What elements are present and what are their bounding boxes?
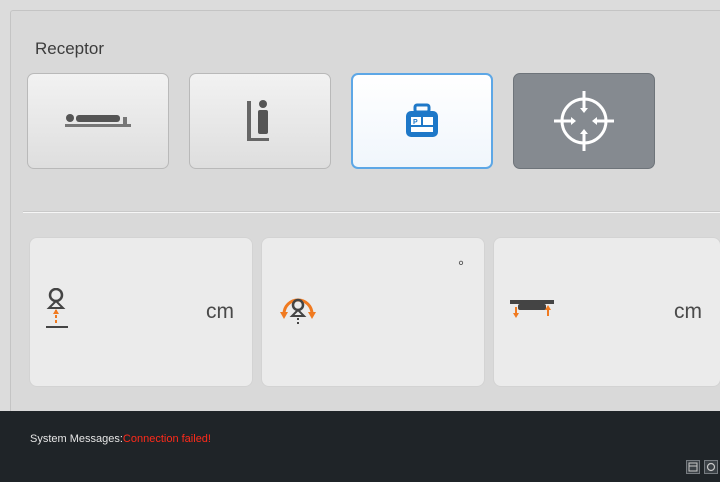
receptor-title: Receptor (35, 39, 104, 58)
tray-settings-button[interactable] (704, 460, 718, 474)
svg-text:P: P (413, 119, 418, 126)
settings-icon (706, 462, 716, 472)
table-height-icon (510, 300, 554, 318)
receptor-panel: Receptor P cm ° cm (10, 10, 720, 411)
table-height-param-card[interactable]: cm (493, 237, 720, 387)
rotation-param-card[interactable]: ° (261, 237, 485, 387)
sid-unit: cm (206, 300, 234, 323)
system-message-text: Connection failed! (122, 433, 211, 445)
section-divider (23, 211, 720, 213)
wall-stand-icon (247, 100, 269, 141)
system-messages: System Messages:Connection failed! (30, 433, 211, 445)
patient-table-icon (65, 114, 131, 127)
sid-param-card[interactable]: cm (29, 237, 253, 387)
system-messages-label: System Messages: (30, 433, 123, 445)
sid-distance-icon (46, 288, 68, 328)
receptor-portable-button[interactable]: P (351, 73, 493, 169)
tray-window-button[interactable] (686, 460, 700, 474)
table-height-unit: cm (674, 300, 702, 323)
portable-detector-icon: P (406, 103, 438, 137)
receptor-wall-stand-button[interactable] (189, 73, 331, 169)
window-icon (688, 462, 698, 472)
tube-rotation-icon (280, 298, 316, 326)
crosshair-target-icon (554, 91, 614, 151)
status-bar: System Messages:Connection failed! (0, 411, 720, 482)
rotation-unit: ° (458, 258, 464, 275)
receptor-target-button[interactable] (513, 73, 655, 169)
receptor-table-button[interactable] (27, 73, 169, 169)
